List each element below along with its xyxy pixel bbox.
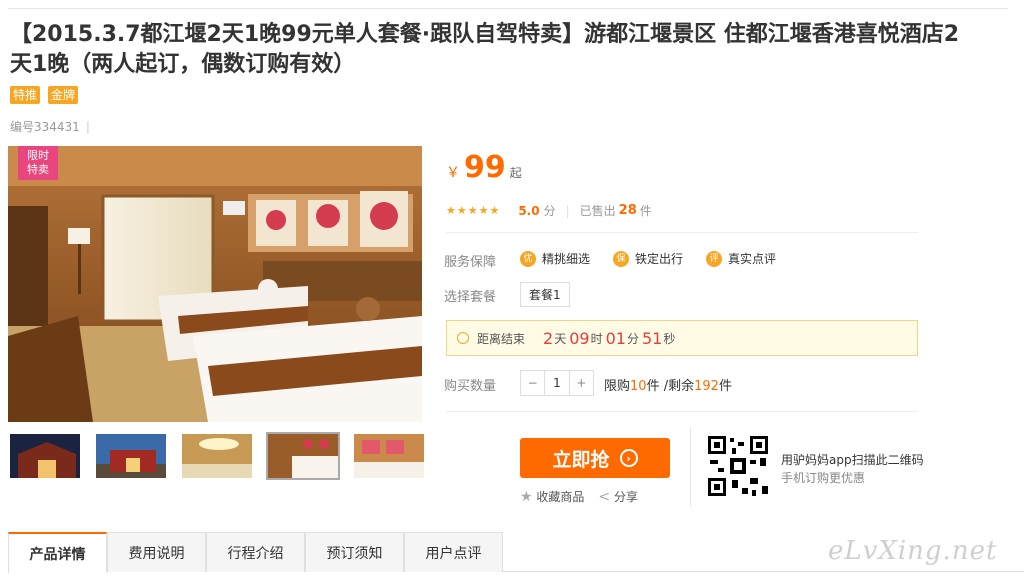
price-suffix: 起 <box>509 166 522 180</box>
share-label: 分享 <box>613 490 638 504</box>
package-option-1[interactable]: 套餐1 <box>520 282 570 307</box>
qr-code-icon <box>706 434 770 498</box>
limit-unit: 件 <box>646 379 660 394</box>
sold-count: 28 <box>618 203 637 218</box>
countdown-days: 2 <box>543 328 554 348</box>
remaining-prefix: /剩余 <box>663 379 695 394</box>
quantity-stepper: − 1 + <box>520 370 594 396</box>
share-button[interactable]: < 分享 <box>598 488 638 505</box>
service-item-guaranteed: 保 铁定出行 <box>613 250 683 267</box>
tab-booking-notes[interactable]: 预订须知 <box>305 532 404 572</box>
favorite-label: 收藏商品 <box>536 490 585 504</box>
product-code: 编号334431 | <box>10 120 90 134</box>
product-tags: 特推 金牌 <box>10 86 79 104</box>
thumbnail[interactable] <box>8 432 82 480</box>
thumbnail-strip <box>8 432 426 480</box>
limited-sale-line1: 限时 <box>27 149 49 162</box>
qr-caption-line2: 手机订购更优惠 <box>781 471 866 485</box>
tab-fee-info[interactable]: 费用说明 <box>107 532 206 572</box>
currency-symbol: ￥ <box>446 165 460 181</box>
buy-now-label: 立即抢 <box>552 448 610 471</box>
countdown-hour-unit: 时 <box>590 331 603 346</box>
star-icon: ★ <box>520 489 533 505</box>
countdown-minutes: 01 <box>605 328 626 348</box>
sold-unit: 件 <box>639 204 652 218</box>
remaining-unit: 件 <box>718 379 732 394</box>
rating-row: ★★★★★ 5.0 分 | 已售出 28 件 <box>446 203 652 218</box>
favorite-share-row: ★ 收藏商品 < 分享 <box>520 488 638 505</box>
tab-user-reviews[interactable]: 用户点评 <box>404 532 503 572</box>
shield-icon: 保 <box>613 250 629 267</box>
share-icon: < <box>598 489 611 505</box>
sold-prefix: 已售出 <box>579 204 616 218</box>
user-icon: 评 <box>706 250 722 267</box>
arrow-right-icon: › <box>619 449 638 467</box>
divider <box>690 428 691 506</box>
countdown-day-unit: 天 <box>554 331 567 346</box>
price: ￥ 99 起 <box>446 150 522 185</box>
thumbnail-selected[interactable] <box>266 432 340 480</box>
countdown-hours: 09 <box>569 328 590 348</box>
service-item-reviews: 评 真实点评 <box>706 250 776 267</box>
tab-itinerary[interactable]: 行程介绍 <box>206 532 305 572</box>
divider <box>446 232 918 233</box>
service-label: 服务保障 <box>444 255 497 270</box>
qr-caption: 用驴妈妈app扫描此二维码 手机订购更优惠 <box>781 451 924 487</box>
buy-now-button[interactable]: 立即抢 › <box>520 438 670 478</box>
rating-score: 5.0 <box>518 203 540 218</box>
selected-badge-icon: 优 <box>520 250 536 267</box>
service-item-label: 精挑细选 <box>542 252 591 266</box>
divider <box>446 411 918 412</box>
countdown-label: 距离结束 <box>477 331 526 346</box>
countdown-timer: 距离结束 2天 09 时 01 分 51 秒 <box>446 320 918 356</box>
service-item-selected: 优 精挑细选 <box>520 250 590 267</box>
quantity-label: 购买数量 <box>444 379 497 394</box>
top-divider <box>8 8 1008 9</box>
countdown-minute-unit: 分 <box>626 331 639 346</box>
limit-prefix: 限购 <box>604 379 631 394</box>
purchase-limit: 限购10件 /剩余192件 <box>604 375 732 394</box>
price-amount: 99 <box>464 150 506 185</box>
qr-caption-line1: 用驴妈妈app扫描此二维码 <box>781 453 924 467</box>
package-label: 选择套餐 <box>444 290 497 305</box>
star-rating-icon: ★★★★★ <box>446 204 501 217</box>
limited-sale-line2: 特卖 <box>27 163 49 176</box>
favorite-button[interactable]: ★ 收藏商品 <box>520 488 584 505</box>
tab-product-details[interactable]: 产品详情 <box>8 532 107 573</box>
limited-sale-badge: 限时 特卖 <box>18 146 58 180</box>
plus-icon[interactable]: + <box>570 371 593 395</box>
thumbnail[interactable] <box>180 432 254 480</box>
clock-icon <box>457 332 469 344</box>
product-code-text: 编号334431 <box>10 120 80 134</box>
watermark: eLvXing.net <box>828 536 998 566</box>
thumbnail[interactable] <box>352 432 426 480</box>
product-title: 【2015.3.7都江堰2天1晚99元单人套餐·跟队自驾特卖】游都江堰景区 住都… <box>10 22 960 77</box>
countdown-second-unit: 秒 <box>663 331 676 346</box>
countdown-seconds: 51 <box>641 328 663 348</box>
quantity-input[interactable]: 1 <box>544 371 570 395</box>
main-product-photo[interactable] <box>8 146 422 422</box>
service-item-label: 铁定出行 <box>635 252 684 266</box>
minus-icon[interactable]: − <box>521 371 544 395</box>
tag-recommended: 特推 <box>10 86 41 104</box>
thumbnail[interactable] <box>94 432 168 480</box>
limit-count: 10 <box>630 379 647 394</box>
service-item-label: 真实点评 <box>728 252 777 266</box>
rating-unit: 分 <box>543 204 556 218</box>
tag-gold: 金牌 <box>48 86 79 104</box>
remaining-count: 192 <box>694 379 719 394</box>
